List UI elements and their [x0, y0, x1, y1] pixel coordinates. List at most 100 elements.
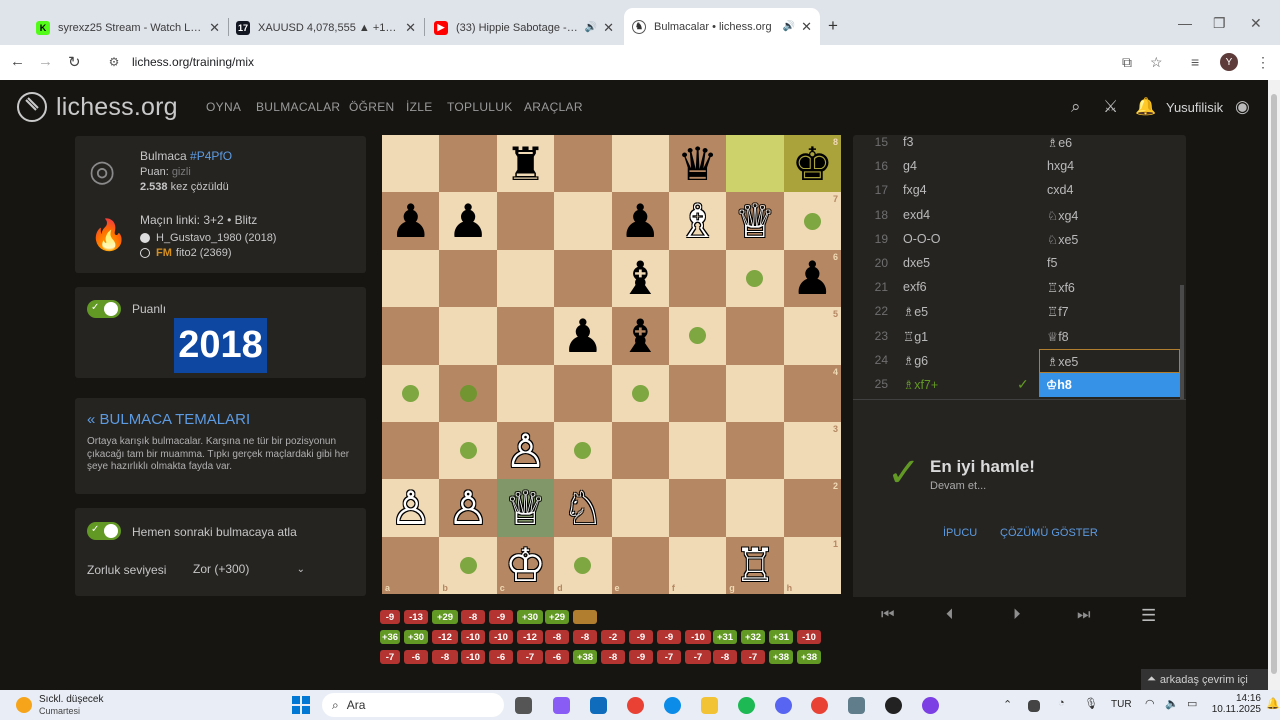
- square-g4[interactable]: [726, 364, 784, 422]
- black-move[interactable]: ♘xe5: [1047, 232, 1078, 247]
- menu-watch[interactable]: İZLE: [406, 100, 433, 114]
- move-destination-dot[interactable]: [459, 442, 477, 460]
- chrome-icon[interactable]: [627, 697, 644, 714]
- black-move[interactable]: f5: [1047, 256, 1057, 270]
- white-move[interactable]: ♖g1: [903, 329, 928, 344]
- white-queen-piece[interactable]: ♕: [505, 485, 546, 531]
- friends-online-button[interactable]: ⏶ arkadaş çevrim içi: [1141, 669, 1268, 690]
- close-tab-icon[interactable]: ✕: [405, 20, 416, 36]
- spotify-icon[interactable]: [738, 697, 755, 714]
- square-b4[interactable]: [439, 364, 497, 422]
- square-c3[interactable]: ♙: [496, 421, 555, 480]
- white-pawn-piece[interactable]: ♙: [505, 428, 546, 474]
- move-destination-dot[interactable]: [402, 384, 420, 402]
- black-move[interactable]: hxg4: [1047, 159, 1074, 173]
- copilot-icon[interactable]: [553, 697, 570, 714]
- auto-next-toggle[interactable]: ✓: [87, 522, 121, 540]
- black-move[interactable]: ♗xe5: [1039, 348, 1180, 373]
- menu-puzzles[interactable]: BULMACALAR: [256, 100, 340, 114]
- square-b6[interactable]: [439, 249, 497, 308]
- square-e8[interactable]: [611, 135, 669, 193]
- square-h1[interactable]: h1: [783, 536, 841, 594]
- install-app-icon[interactable]: ⧉: [1122, 54, 1132, 71]
- puzzle-result-chip[interactable]: -7: [380, 650, 400, 664]
- puzzle-result-chip[interactable]: -10: [461, 630, 485, 644]
- chessboard[interactable]: ♜ ♛ ♚ 8 ♟ ♟ ♟ ♗ ♕ 7 ♝ ♟ 6 ♟ ♝ 5 4 ♙ 3 ♙ ♙ ♕ ♘ 2 a b ♔ c d e f ♖ g h 1: [382, 135, 841, 594]
- puzzle-result-chip[interactable]: -10: [797, 630, 821, 644]
- square-d8[interactable]: [554, 135, 612, 193]
- clock[interactable]: 14:16 10.11.2025: [1205, 693, 1261, 715]
- notepad-icon[interactable]: [848, 697, 865, 714]
- move-destination-dot[interactable]: [574, 442, 592, 460]
- square-e1[interactable]: e: [611, 536, 669, 594]
- move-destination-dot[interactable]: [689, 327, 707, 345]
- first-move-icon[interactable]: ⏮: [881, 606, 895, 623]
- square-d6[interactable]: [554, 249, 612, 308]
- square-g1[interactable]: ♖ g: [726, 536, 784, 594]
- black-move[interactable]: ♘xg4: [1047, 208, 1078, 223]
- square-c8[interactable]: ♜: [496, 135, 555, 193]
- puzzle-result-chip[interactable]: -12: [432, 630, 458, 644]
- white-move[interactable]: dxe5: [903, 256, 930, 270]
- next-move-icon[interactable]: ⏵: [1013, 606, 1021, 623]
- move-destination-dot[interactable]: [459, 384, 477, 402]
- close-tab-icon[interactable]: ✕: [209, 20, 220, 36]
- menu-play[interactable]: OYNA: [206, 100, 241, 114]
- square-h2[interactable]: 2: [783, 479, 841, 537]
- square-f3[interactable]: [668, 421, 727, 480]
- square-g6[interactable]: [726, 249, 784, 308]
- explorer-icon[interactable]: [701, 697, 718, 714]
- square-f6[interactable]: [668, 249, 727, 308]
- black-pawn-piece[interactable]: ♟: [390, 198, 431, 244]
- square-b5[interactable]: [439, 307, 497, 365]
- puzzle-result-chip[interactable]: -6: [545, 650, 569, 664]
- white-player[interactable]: H_Gustavo_1980 (2018): [156, 232, 276, 244]
- battery-icon[interactable]: ▭: [1187, 697, 1197, 710]
- puzzle-result-chip[interactable]: +30: [404, 630, 428, 644]
- new-tab-button[interactable]: +: [828, 16, 838, 36]
- white-move[interactable]: ♗g6: [903, 353, 928, 368]
- square-d5[interactable]: ♟: [554, 307, 612, 365]
- white-move[interactable]: exd4: [903, 208, 930, 222]
- menu-learn[interactable]: ÖĞREN: [349, 100, 395, 114]
- taskbar-search[interactable]: ⌕ Ara: [322, 693, 504, 717]
- square-c5[interactable]: [496, 307, 555, 365]
- obs-icon[interactable]: [885, 697, 902, 714]
- square-b3[interactable]: [439, 421, 497, 480]
- puzzle-result-chip[interactable]: +31: [769, 630, 793, 644]
- white-pawn-piece[interactable]: ♙: [447, 485, 488, 531]
- white-queen-piece[interactable]: ♕: [734, 198, 775, 244]
- challenge-icon[interactable]: ⚔: [1103, 97, 1118, 117]
- square-c1[interactable]: ♔ c: [496, 536, 555, 594]
- puzzle-result-chip[interactable]: -12: [517, 630, 543, 644]
- square-c7[interactable]: [496, 192, 555, 250]
- minimize-button[interactable]: —: [1178, 15, 1192, 31]
- close-window-button[interactable]: ✕: [1250, 15, 1262, 32]
- puzzle-themes-link[interactable]: « BULMACA TEMALARI: [87, 411, 250, 428]
- black-pawn-piece[interactable]: ♟: [562, 313, 603, 359]
- prev-move-icon[interactable]: ⏴: [946, 606, 954, 623]
- browser-menu-icon[interactable]: ⋮: [1256, 54, 1270, 71]
- black-pawn-piece[interactable]: ♟: [620, 198, 661, 244]
- puzzle-result-chip[interactable]: +32: [741, 630, 765, 644]
- chevron-up-icon[interactable]: ⌃: [1003, 698, 1012, 711]
- square-f8[interactable]: ♛: [668, 135, 727, 193]
- black-king-piece[interactable]: ♚: [792, 141, 833, 187]
- discord-icon[interactable]: [775, 697, 792, 714]
- current-puzzle-chip[interactable]: [573, 610, 597, 624]
- puzzle-result-chip[interactable]: -10: [685, 630, 711, 644]
- square-a1[interactable]: a: [382, 536, 440, 594]
- square-b7[interactable]: ♟: [439, 192, 497, 250]
- puzzle-result-chip[interactable]: -2: [601, 630, 625, 644]
- hint-button[interactable]: İPUCU: [943, 527, 977, 539]
- puzzle-result-chip[interactable]: -8: [432, 650, 458, 664]
- wifi-icon[interactable]: ◠: [1145, 697, 1155, 710]
- square-b2[interactable]: ♙: [439, 479, 497, 537]
- black-pawn-piece[interactable]: ♟: [447, 198, 488, 244]
- start-icon[interactable]: [292, 696, 310, 714]
- black-bishop-piece[interactable]: ♝: [620, 313, 661, 359]
- puzzle-result-chip[interactable]: -7: [741, 650, 765, 664]
- puzzle-id-link[interactable]: #P4PfO: [190, 149, 232, 163]
- puzzle-result-chip[interactable]: +38: [573, 650, 597, 664]
- white-move[interactable]: g4: [903, 159, 917, 173]
